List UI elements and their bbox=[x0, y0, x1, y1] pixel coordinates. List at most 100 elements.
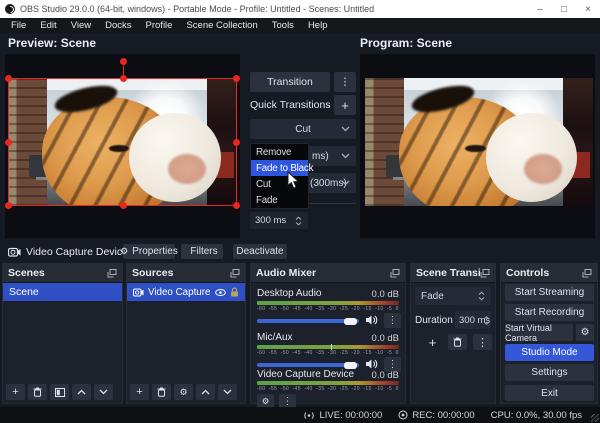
menu-scene-collection[interactable]: Scene Collection bbox=[179, 18, 264, 33]
remove-scene-button[interactable] bbox=[28, 384, 47, 400]
resize-handle-tl[interactable] bbox=[5, 75, 12, 82]
exit-button[interactable]: Exit bbox=[505, 385, 594, 401]
close-button[interactable]: × bbox=[576, 0, 600, 18]
channel-name: Desktop Audio bbox=[257, 288, 322, 299]
minimize-button[interactable]: – bbox=[528, 0, 552, 18]
scene-transitions-toolbar: + ⋮ bbox=[423, 334, 492, 350]
speaker-icon[interactable] bbox=[365, 314, 378, 326]
scene-list-item[interactable]: Scene bbox=[3, 283, 122, 301]
transition-options-button[interactable]: ⋮ bbox=[473, 334, 492, 350]
remove-transition-button[interactable] bbox=[448, 334, 467, 350]
resize-handle-r[interactable] bbox=[233, 139, 240, 146]
settings-button[interactable]: Settings bbox=[505, 364, 594, 381]
transition-type-select[interactable]: Fade bbox=[415, 287, 491, 305]
transition-menu-button[interactable]: ⋮ bbox=[334, 72, 356, 92]
chevron-down-icon bbox=[341, 180, 350, 186]
transition-button[interactable]: Transition bbox=[250, 72, 330, 92]
resize-handle-tr[interactable] bbox=[233, 75, 240, 82]
volume-slider[interactable] bbox=[257, 319, 359, 323]
scenes-panel-header[interactable]: Scenes bbox=[3, 264, 122, 283]
transition-select[interactable]: Cut bbox=[250, 119, 356, 139]
menu-item-remove[interactable]: Remove bbox=[251, 144, 308, 160]
plus-icon: + bbox=[429, 335, 437, 350]
controls-panel-header[interactable]: Controls bbox=[501, 264, 597, 283]
menu-edit[interactable]: Edit bbox=[33, 18, 63, 33]
chevron-up-icon bbox=[201, 389, 210, 395]
audio-mixer-header[interactable]: Audio Mixer bbox=[251, 264, 405, 283]
source-selection-box[interactable] bbox=[8, 78, 237, 206]
menu-profile[interactable]: Profile bbox=[139, 18, 180, 33]
sources-panel-title: Sources bbox=[132, 267, 173, 279]
resize-handle-l[interactable] bbox=[5, 139, 12, 146]
channel-level: 0.0 dB bbox=[372, 289, 399, 300]
menu-view[interactable]: View bbox=[64, 18, 98, 33]
properties-button[interactable]: ⚙ Properties bbox=[123, 244, 175, 259]
popout-icon[interactable] bbox=[582, 269, 592, 278]
sources-panel-header[interactable]: Sources bbox=[127, 264, 245, 283]
start-recording-button[interactable]: Start Recording bbox=[505, 304, 594, 321]
menu-docks[interactable]: Docks bbox=[98, 18, 138, 33]
scene-up-button[interactable] bbox=[72, 384, 91, 400]
preview-canvas[interactable] bbox=[5, 54, 240, 238]
scene-down-button[interactable] bbox=[94, 384, 113, 400]
popout-icon[interactable] bbox=[480, 269, 490, 278]
source-list-item[interactable]: Video Capture Dev bbox=[127, 283, 245, 301]
source-up-button[interactable] bbox=[196, 384, 215, 400]
resize-handle-t[interactable] bbox=[120, 75, 127, 82]
status-bar: LIVE: 00:00:00 REC: 00:00:00 CPU: 0.0%, … bbox=[0, 407, 600, 423]
video-plush-muzzle bbox=[486, 113, 577, 203]
visibility-eye-icon[interactable] bbox=[215, 289, 226, 296]
add-quick-transition-button[interactable]: + bbox=[334, 95, 356, 115]
spinner-arrows-icon[interactable] bbox=[295, 216, 302, 225]
scenes-toolbar: + bbox=[6, 384, 113, 400]
add-scene-button[interactable]: + bbox=[6, 384, 25, 400]
rotation-handle[interactable] bbox=[120, 58, 127, 65]
meter-scale: -60 -55 -50 -45 -40 -35 -30 -25 -20 -15 … bbox=[257, 350, 403, 356]
resize-handle-bl[interactable] bbox=[5, 202, 12, 209]
meter-scale: -60 -55 -50 -45 -40 -35 -30 -25 -20 -15 … bbox=[257, 386, 403, 392]
scene-transitions-title: Scene Transiti... bbox=[416, 267, 480, 279]
volume-slider-handle[interactable] bbox=[344, 318, 357, 325]
menu-file[interactable]: File bbox=[4, 18, 33, 33]
speaker-icon[interactable] bbox=[365, 358, 378, 370]
add-transition-button[interactable]: + bbox=[423, 334, 442, 350]
virtual-camera-config-button[interactable]: ⚙ bbox=[576, 324, 594, 341]
resize-grip[interactable] bbox=[591, 414, 599, 422]
chevron-down-icon bbox=[223, 389, 232, 395]
trash-icon bbox=[453, 337, 462, 347]
start-streaming-button[interactable]: Start Streaming bbox=[505, 284, 594, 301]
kebab-icon: ⋮ bbox=[388, 315, 398, 326]
quick-transition-duration-spinner[interactable]: 300 ms bbox=[250, 212, 308, 229]
title-bar: OBS Studio 29.0.0 (64-bit, windows) - Po… bbox=[0, 0, 600, 18]
channel-name: Mic/Aux bbox=[257, 332, 293, 343]
scene-filters-button[interactable] bbox=[50, 384, 69, 400]
menu-help[interactable]: Help bbox=[301, 18, 335, 33]
source-down-button[interactable] bbox=[218, 384, 237, 400]
remove-source-button[interactable] bbox=[152, 384, 171, 400]
filters-button[interactable]: Filters bbox=[181, 244, 223, 259]
volume-slider[interactable] bbox=[257, 363, 359, 367]
popout-icon[interactable] bbox=[230, 269, 240, 278]
source-properties-button[interactable]: ⚙ bbox=[174, 384, 193, 400]
start-virtual-camera-button[interactable]: Start Virtual Camera bbox=[505, 324, 573, 341]
volume-meter bbox=[257, 301, 399, 305]
menu-item-fade[interactable]: Fade bbox=[251, 192, 308, 208]
add-source-button[interactable]: + bbox=[130, 384, 149, 400]
maximize-button[interactable]: □ bbox=[552, 0, 576, 18]
live-time: LIVE: 00:00:00 bbox=[319, 410, 382, 421]
lock-icon[interactable] bbox=[230, 287, 239, 297]
deactivate-button[interactable]: Deactivate bbox=[233, 244, 287, 259]
live-status: LIVE: 00:00:00 bbox=[303, 410, 382, 421]
spinner-arrows-icon[interactable] bbox=[483, 316, 490, 325]
studio-mode-button[interactable]: Studio Mode bbox=[505, 344, 594, 361]
popout-icon[interactable] bbox=[107, 269, 117, 278]
scene-transitions-header[interactable]: Scene Transiti... bbox=[411, 264, 495, 283]
menu-bar: File Edit View Docks Profile Scene Colle… bbox=[0, 18, 600, 33]
popout-icon[interactable] bbox=[390, 269, 400, 278]
resize-handle-b[interactable] bbox=[120, 202, 127, 209]
resize-handle-br[interactable] bbox=[233, 202, 240, 209]
menu-tools[interactable]: Tools bbox=[265, 18, 301, 33]
obs-logo-icon bbox=[5, 4, 15, 14]
channel-options-button[interactable]: ⋮ bbox=[384, 313, 401, 328]
volume-slider-handle[interactable] bbox=[344, 362, 357, 369]
